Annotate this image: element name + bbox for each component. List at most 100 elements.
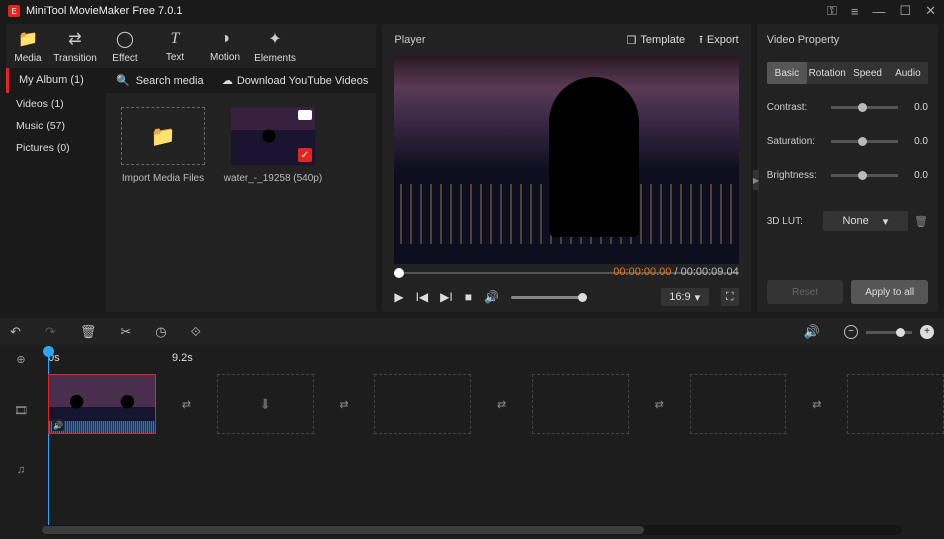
transition-slot-icon[interactable]: ⇄ <box>810 396 823 412</box>
tab-rotation[interactable]: Rotation <box>807 62 847 84</box>
next-button[interactable]: ▶I <box>440 290 453 304</box>
app-logo: E <box>8 5 20 17</box>
expand-handle[interactable]: ▶ <box>753 170 759 190</box>
media-clip[interactable]: ✓ water_-_19258 (540p) <box>230 107 316 298</box>
search-input[interactable]: 🔍Search media <box>106 68 222 93</box>
apply-all-button[interactable]: Apply to all <box>851 280 928 304</box>
stop-button[interactable]: ■ <box>465 290 472 304</box>
album-music[interactable]: Music (57) <box>6 115 106 137</box>
zoom-slider[interactable] <box>866 331 912 334</box>
tab-motion[interactable]: ◑Motion <box>200 24 250 68</box>
export-button[interactable]: ⭱Export <box>699 31 739 50</box>
transition-slot-icon[interactable]: ⇄ <box>338 396 351 412</box>
timeline-clip[interactable]: 🔊 <box>48 374 156 434</box>
empty-slot[interactable] <box>374 374 471 434</box>
crop-button[interactable]: ⟐ <box>191 324 201 340</box>
zoom-out-button[interactable]: − <box>844 325 858 339</box>
folder-icon: 📁 <box>18 29 38 49</box>
brightness-slider[interactable] <box>831 174 898 177</box>
top-tabs: 📁Media ⇄Transition ◯Effect TText ◑Motion… <box>6 24 376 68</box>
minimize-button[interactable]: — <box>872 4 885 19</box>
speaker-icon: 🔊 <box>52 419 64 431</box>
zoom-in-button[interactable]: + <box>920 325 934 339</box>
track-gutter: ⊕ 🎞 ♫ <box>0 346 42 525</box>
lut-label: 3D LUT: <box>767 216 823 227</box>
tab-transition[interactable]: ⇄Transition <box>50 24 100 68</box>
brightness-value: 0.0 <box>906 170 928 181</box>
empty-slot[interactable]: ⬇ <box>217 374 314 434</box>
volume-slider[interactable] <box>511 296 583 299</box>
saturation-slider[interactable] <box>831 140 898 143</box>
my-album[interactable]: My Album (1) <box>6 68 106 93</box>
property-title: Video Property <box>767 24 928 56</box>
seek-bar[interactable]: 00:00:00.00 / 00:00:09.04 <box>394 264 738 282</box>
player-panel: Player ❒Template ⭱Export 00:00:00.00 / 0… <box>382 24 750 312</box>
contrast-slider[interactable] <box>831 106 898 109</box>
import-media[interactable]: 📁 Import Media Files <box>120 107 206 298</box>
timeline-scrollbar[interactable] <box>42 525 902 535</box>
app-title: MiniTool MovieMaker Free 7.0.1 <box>26 5 827 17</box>
folder-icon: 📁 <box>121 107 205 165</box>
tab-basic[interactable]: Basic <box>767 62 807 84</box>
chevron-down-icon: ▾ <box>883 215 889 228</box>
speed-button[interactable]: ◷ <box>155 324 166 340</box>
empty-slot[interactable] <box>847 374 944 434</box>
maximize-button[interactable]: ☐ <box>899 3 911 19</box>
transition-slot-icon[interactable]: ⇄ <box>495 396 508 412</box>
album-list: Videos (1) Music (57) Pictures (0) <box>6 93 106 312</box>
time-ruler[interactable]: 0s 9.2s <box>42 346 944 372</box>
key-icon[interactable]: ⚿ <box>827 3 837 19</box>
audio-track[interactable] <box>42 436 944 480</box>
menu-icon[interactable]: ≡ <box>851 4 859 19</box>
tab-text[interactable]: TText <box>150 24 200 68</box>
tab-media[interactable]: 📁Media <box>6 24 50 68</box>
tab-elements[interactable]: ✦Elements <box>250 24 300 68</box>
empty-slot[interactable] <box>532 374 629 434</box>
video-track[interactable]: 🔊 ⇄ ⬇ ⇄ ⇄ ⇄ ⇄ <box>42 372 944 436</box>
lut-select[interactable]: None▾ <box>823 211 908 231</box>
export-icon: ⭱ <box>699 31 703 50</box>
fullscreen-button[interactable]: ⛶ <box>721 288 739 306</box>
tab-effect[interactable]: ◯Effect <box>100 24 150 68</box>
album-videos[interactable]: Videos (1) <box>6 93 106 115</box>
audio-track-icon[interactable]: ♫ <box>0 448 42 492</box>
close-button[interactable]: ✕ <box>925 3 936 19</box>
delete-button[interactable]: 🗑 <box>80 324 97 340</box>
time-current: 00:00:00.00 <box>613 266 671 278</box>
add-track-button[interactable]: ⊕ <box>0 346 42 372</box>
media-panel: 📁Media ⇄Transition ◯Effect TText ◑Motion… <box>6 24 376 312</box>
album-pictures[interactable]: Pictures (0) <box>6 137 106 159</box>
reset-button[interactable]: Reset <box>767 280 844 304</box>
tab-audio[interactable]: Audio <box>888 62 928 84</box>
tab-speed[interactable]: Speed <box>847 62 887 84</box>
text-icon: T <box>171 30 180 48</box>
motion-icon: ◑ <box>220 30 230 48</box>
contrast-label: Contrast: <box>767 102 823 113</box>
undo-button[interactable]: ↶ <box>10 324 21 340</box>
template-button[interactable]: ❒Template <box>627 34 686 47</box>
contrast-value: 0.0 <box>906 102 928 113</box>
saturation-value: 0.0 <box>906 136 928 147</box>
playhead[interactable] <box>48 346 49 525</box>
aspect-select[interactable]: 16:9▾ <box>661 288 709 306</box>
clip-thumbnail: ✓ <box>231 107 315 165</box>
transition-slot-icon[interactable]: ⇄ <box>180 396 193 412</box>
volume-icon[interactable]: 🔊 <box>484 290 499 304</box>
transition-slot-icon[interactable]: ⇄ <box>653 396 666 412</box>
property-panel: Video Property Basic Rotation Speed Audi… <box>757 24 938 312</box>
split-button[interactable]: ✂ <box>120 324 131 340</box>
prev-button[interactable]: I◀ <box>416 290 429 304</box>
play-button[interactable]: ▶ <box>394 290 403 304</box>
player-controls: ▶ I◀ ▶I ■ 🔊 16:9▾ ⛶ <box>382 282 750 312</box>
redo-button[interactable]: ↷ <box>45 324 56 340</box>
empty-slot[interactable] <box>690 374 787 434</box>
video-track-icon[interactable]: 🎞 <box>0 372 42 448</box>
preview-area[interactable] <box>394 56 738 264</box>
track-volume-icon[interactable]: 🔊 <box>804 324 820 340</box>
trash-icon[interactable]: 🗑 <box>914 215 928 228</box>
tracks-area[interactable]: 0s 9.2s 🔊 ⇄ ⬇ ⇄ ⇄ ⇄ ⇄ <box>42 346 944 525</box>
titlebar: E MiniTool MovieMaker Free 7.0.1 ⚿ ≡ — ☐… <box>0 0 944 22</box>
download-youtube[interactable]: ☁Download YouTube Videos <box>222 68 377 93</box>
brightness-label: Brightness: <box>767 170 823 181</box>
zoom-controls: − + <box>844 325 934 339</box>
